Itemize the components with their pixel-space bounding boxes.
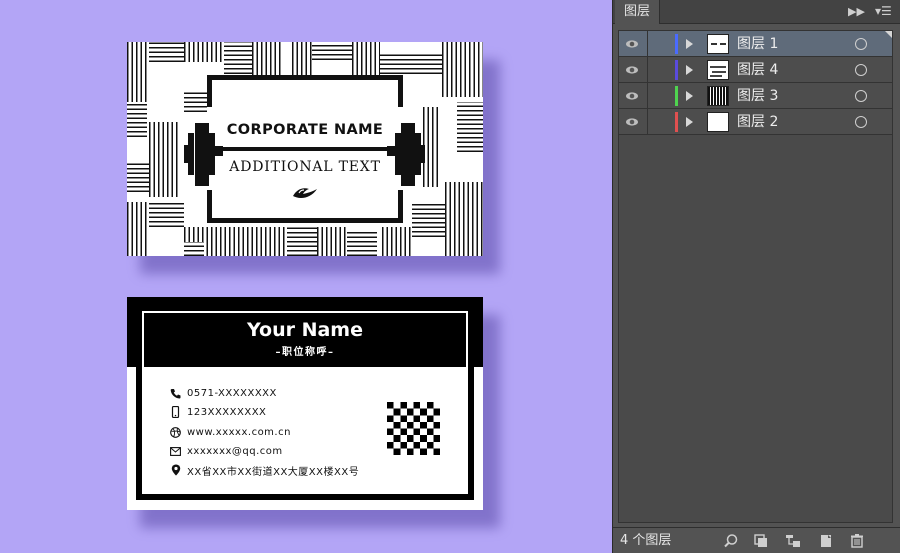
location-pin-icon xyxy=(170,464,181,476)
layer-row-2[interactable]: 图层 2 xyxy=(619,109,892,135)
frame-left-bottom xyxy=(207,190,212,223)
stripe-pattern xyxy=(184,42,224,62)
additional-text: ADDITIONAL TEXT xyxy=(229,159,381,175)
eye-icon[interactable] xyxy=(625,63,639,77)
phone-icon xyxy=(170,388,181,399)
person-name: Your Name xyxy=(247,319,363,341)
bird-logo-icon xyxy=(293,188,317,198)
expand-arrow-icon[interactable] xyxy=(686,39,693,49)
lock-toggle[interactable] xyxy=(649,57,673,82)
stripe-pattern xyxy=(352,42,380,75)
job-title: –职位称呼– xyxy=(275,347,335,358)
layer-name[interactable]: 图层 3 xyxy=(737,86,778,106)
stripe-pattern xyxy=(412,202,447,237)
expand-arrow-icon[interactable] xyxy=(686,65,693,75)
layer-color-swatch xyxy=(675,112,678,132)
layer-name[interactable]: 图层 1 xyxy=(737,34,778,54)
layer-color-swatch xyxy=(675,34,678,54)
corporate-name: CORPORATE NAME xyxy=(226,122,384,138)
expand-arrow-icon[interactable] xyxy=(686,91,693,101)
layer-name[interactable]: 图层 4 xyxy=(737,60,778,80)
frame-right xyxy=(468,367,474,500)
trash-icon[interactable] xyxy=(849,533,865,549)
frame-right-top xyxy=(398,75,403,107)
frame-left-top xyxy=(207,75,212,107)
stripe-pattern xyxy=(442,42,483,97)
stripe-pattern xyxy=(184,242,204,256)
layer-color-swatch xyxy=(675,60,678,80)
business-card-back[interactable]: Your Name –职位称呼– 0571-XXXXXXXX 123XXXXXX… xyxy=(127,297,483,510)
lock-toggle[interactable] xyxy=(649,83,673,108)
eye-icon[interactable] xyxy=(625,37,639,51)
business-card-front[interactable]: CORPORATE NAME ADDITIONAL TEXT xyxy=(127,42,483,256)
target-circle-icon[interactable] xyxy=(855,116,867,128)
target-circle-icon[interactable] xyxy=(855,90,867,102)
stripe-pattern xyxy=(312,42,352,60)
stripe-pattern xyxy=(347,232,377,256)
contact-mobile: 123XXXXXXXX xyxy=(170,404,266,420)
locate-object-icon[interactable] xyxy=(723,533,739,549)
create-sublayer-icon[interactable] xyxy=(785,533,801,549)
expand-arrow-icon[interactable] xyxy=(686,117,693,127)
stripe-pattern xyxy=(380,52,442,74)
layer-thumbnail xyxy=(707,112,729,132)
stripe-pattern xyxy=(127,42,149,102)
frame-top-bar xyxy=(207,75,403,80)
qr-code-icon xyxy=(387,402,440,455)
layer-thumbnail xyxy=(707,86,729,106)
globe-icon xyxy=(170,426,181,438)
panel-menu-icon[interactable]: ▾☰ xyxy=(875,4,892,18)
stripe-pattern xyxy=(252,42,282,75)
create-new-layer-icon[interactable] xyxy=(818,533,834,549)
mobile-icon xyxy=(170,406,181,418)
layer-count: 4 个图层 xyxy=(620,533,672,548)
stripe-pattern xyxy=(247,227,287,256)
layer-color-swatch xyxy=(675,86,678,106)
layer-row-3[interactable]: 图层 3 xyxy=(619,83,892,109)
layer-row-4[interactable]: 图层 4 xyxy=(619,57,892,83)
target-circle-icon[interactable] xyxy=(855,64,867,76)
stripe-pattern xyxy=(382,227,412,256)
selection-indicator xyxy=(885,31,892,38)
layer-name[interactable]: 图层 2 xyxy=(737,112,778,132)
stripe-pattern xyxy=(184,92,209,112)
stripe-pattern xyxy=(292,42,312,75)
target-circle-icon[interactable] xyxy=(855,38,867,50)
layer-thumbnail xyxy=(707,60,729,80)
lock-toggle[interactable] xyxy=(649,31,673,56)
layers-panel: 图层 ▶▶ ▾☰ 图层 1 图层 4 图层 3 图层 2 4 个图层 xyxy=(612,0,900,553)
double-arrow-icon[interactable]: ▶▶ xyxy=(848,5,865,18)
layer-row-1[interactable]: 图层 1 xyxy=(619,31,892,57)
artboard-canvas[interactable]: CORPORATE NAME ADDITIONAL TEXT Your Name… xyxy=(0,0,612,553)
mail-icon xyxy=(170,446,181,457)
frame-bottom xyxy=(136,494,474,500)
frame-left xyxy=(136,367,142,500)
stripe-pattern xyxy=(149,202,184,227)
contact-phone: 0571-XXXXXXXX xyxy=(170,385,277,401)
lock-toggle[interactable] xyxy=(649,109,673,134)
eye-icon[interactable] xyxy=(625,89,639,103)
frame-right-bottom xyxy=(398,190,403,223)
layer-thumbnail xyxy=(707,34,729,54)
frame-bottom-bar xyxy=(207,218,403,223)
contact-address: XX省XX市XX街道XX大厦XX楼XX号 xyxy=(170,462,359,478)
panel-tab-bar: 图层 ▶▶ ▾☰ xyxy=(613,0,900,24)
layer-list: 图层 1 图层 4 图层 3 图层 2 xyxy=(618,30,893,523)
stripe-pattern xyxy=(149,42,184,62)
divider-rule xyxy=(222,147,388,151)
header-top-border xyxy=(127,297,483,305)
stripe-pattern xyxy=(317,227,347,256)
stripe-pattern xyxy=(423,107,441,187)
contact-email: xxxxxxx@qq.com xyxy=(170,443,283,459)
eye-icon[interactable] xyxy=(625,115,639,129)
make-clipping-mask-icon[interactable] xyxy=(753,533,769,549)
panel-footer: 4 个图层 xyxy=(613,527,900,553)
stripe-pattern xyxy=(445,182,483,256)
tab-layers[interactable]: 图层 xyxy=(615,0,661,24)
contact-website: www.xxxxx.com.cn xyxy=(170,424,291,440)
stripe-pattern xyxy=(287,227,317,256)
stripe-pattern xyxy=(127,202,149,256)
